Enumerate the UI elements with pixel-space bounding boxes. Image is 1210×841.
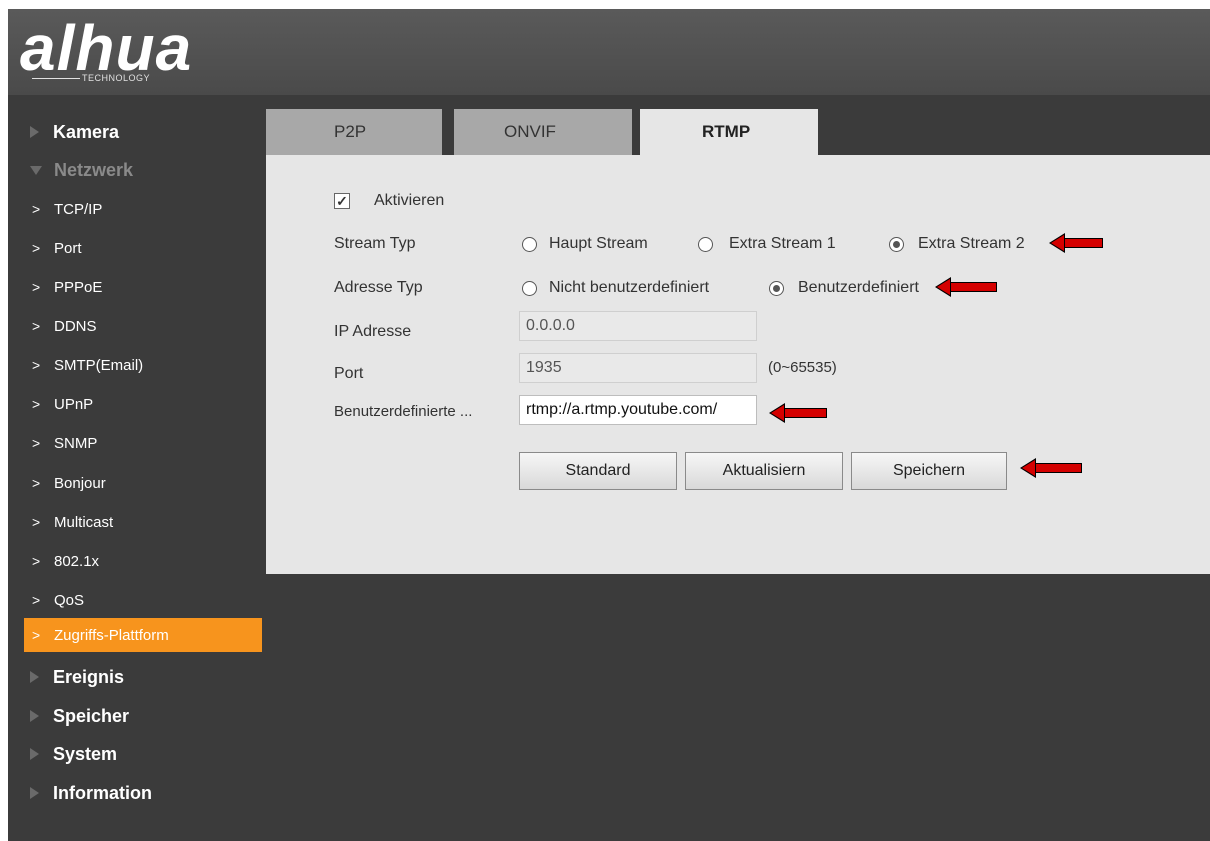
sidebar-item-zugriffs-plattform[interactable]: > Zugriffs-Plattform [24, 618, 262, 652]
radio-extra-stream-1[interactable] [698, 237, 713, 252]
sidebar-menu: Kamera Netzwerk > TCP/IP > Port > PPPoE > DD… [8, 95, 266, 841]
sidebar-item-label: Ereignis [53, 666, 125, 687]
sidebar-item-label: Zugriffs-Plattform [54, 626, 169, 644]
settings-panel [266, 109, 1210, 574]
sidebar-item-snmp[interactable]: > SNMP [24, 426, 262, 460]
collapsed-triangle-icon [30, 787, 39, 799]
tab-label: P2P [334, 122, 367, 141]
sidebar-item-label: Bonjour [54, 474, 106, 492]
enable-label: Aktivieren [374, 192, 445, 209]
radio-label: Nicht benutzerdefiniert [549, 279, 710, 296]
sidebar-item-upnp[interactable]: > UPnP [24, 387, 262, 421]
sidebar-item-ereignis[interactable]: Ereignis [8, 660, 266, 694]
header-bar: alhua TECHNOLOGY [8, 9, 1210, 95]
sidebar-item-smtp[interactable]: > SMTP(Email) [24, 348, 262, 382]
tab-rtmp[interactable]: RTMP [640, 109, 818, 155]
sidebar-item-label: TCP/IP [54, 200, 103, 218]
red-arrow-annotation [769, 403, 827, 423]
custom-address-input[interactable]: rtmp://a.rtmp.youtube.com/ [519, 395, 757, 425]
sidebar-item-multicast[interactable]: > Multicast [24, 505, 262, 539]
sidebar-item-label: QoS [54, 591, 85, 609]
collapsed-triangle-icon [30, 671, 39, 683]
sidebar-item-label: SNMP [54, 434, 98, 452]
radio-label: Extra Stream 2 [918, 235, 1025, 252]
sidebar-item-label: UPnP [54, 395, 94, 413]
sidebar-item-ddns[interactable]: > DDNS [24, 309, 262, 343]
chevron-right-icon: > [32, 318, 41, 334]
sidebar-item-label: 802.1x [54, 552, 100, 570]
tab-label: ONVIF [504, 122, 556, 141]
stream-type-label: Stream Typ [334, 235, 416, 252]
refresh-button[interactable]: Aktualisiern [685, 452, 843, 490]
sidebar-item-netzwerk[interactable]: Netzwerk [8, 153, 266, 187]
sidebar-item-label: Speicher [53, 705, 130, 726]
enable-checkbox[interactable]: ✓ [334, 193, 350, 209]
port-label: Port [334, 365, 364, 382]
collapsed-triangle-icon [30, 710, 39, 722]
collapsed-triangle-icon [30, 748, 39, 760]
chevron-right-icon: > [32, 396, 41, 412]
radio-label: Haupt Stream [549, 235, 648, 252]
sidebar-item-kamera[interactable]: Kamera [8, 115, 266, 149]
sidebar-item-system[interactable]: System [8, 737, 266, 771]
tab-onvif[interactable]: ONVIF [454, 109, 632, 155]
sidebar-item-qos[interactable]: > QoS [24, 583, 262, 617]
chevron-right-icon: > [32, 514, 41, 530]
ip-address-input[interactable]: 0.0.0.0 [519, 311, 757, 341]
chevron-right-icon: > [32, 627, 41, 643]
sidebar-item-label: Port [54, 239, 82, 257]
radio-label: Benutzerdefiniert [798, 279, 919, 296]
port-input[interactable]: 1935 [519, 353, 757, 383]
sidebar-item-label: Kamera [53, 121, 120, 142]
sidebar-item-information[interactable]: Information [8, 776, 266, 810]
chevron-right-icon: > [32, 201, 41, 217]
sidebar-item-label: Multicast [54, 513, 114, 531]
ip-address-label: IP Adresse [334, 323, 412, 340]
expanded-triangle-icon [30, 165, 42, 175]
sidebar-item-8021x[interactable]: >802.1x [24, 544, 262, 578]
tab-label: RTMP [702, 122, 751, 141]
brand-subtitle: TECHNOLOGY [82, 73, 151, 83]
sidebar-item-label: PPPoE [54, 278, 103, 296]
app-window: alhua TECHNOLOGY Kamera Netzwerk > TCP/IP… [8, 9, 1210, 841]
chevron-right-icon: > [32, 279, 41, 295]
logo-underline [32, 78, 80, 79]
red-arrow-annotation [935, 277, 997, 297]
address-type-label: Adresse Typ [334, 279, 423, 296]
sidebar-item-speicher[interactable]: Speicher [8, 699, 266, 733]
sidebar-item-tcpip[interactable]: > TCP/IP [24, 192, 262, 226]
red-arrow-annotation [1049, 233, 1103, 253]
chevron-right-icon: > [32, 435, 41, 451]
sidebar-item-port[interactable]: > Port [24, 231, 262, 265]
chevron-right-icon: > [32, 475, 41, 491]
sidebar-item-label: System [53, 743, 118, 764]
chevron-right-icon: > [32, 553, 41, 569]
brand-logo: alhua TECHNOLOGY [20, 13, 260, 93]
chevron-right-icon: > [32, 240, 41, 256]
chevron-right-icon: > [32, 357, 41, 373]
sidebar-item-label: Netzwerk [54, 159, 134, 180]
sidebar-item-label: DDNS [54, 317, 97, 335]
radio-extra-stream-2[interactable] [889, 237, 904, 252]
sidebar-item-label: Information [53, 782, 152, 803]
radio-haupt-stream[interactable] [522, 237, 537, 252]
tab-p2p[interactable]: P2P [266, 109, 442, 155]
radio-benutzerdefiniert[interactable] [769, 281, 784, 296]
standard-button[interactable]: Standard [519, 452, 677, 490]
sidebar-item-pppoe[interactable]: > PPPoE [24, 270, 262, 304]
collapsed-triangle-icon [30, 126, 39, 138]
sidebar-item-bonjour[interactable]: > Bonjour [24, 466, 262, 500]
sidebar-item-label: SMTP(Email) [54, 356, 144, 374]
chevron-right-icon: > [32, 592, 41, 608]
port-range-hint: (0~65535) [768, 359, 837, 376]
custom-address-label: Benutzerdefinierte ... [334, 403, 473, 420]
radio-label: Extra Stream 1 [729, 235, 836, 252]
radio-nicht-benutzerdefiniert[interactable] [522, 281, 537, 296]
save-button[interactable]: Speichern [851, 452, 1007, 490]
red-arrow-annotation [1020, 458, 1082, 478]
